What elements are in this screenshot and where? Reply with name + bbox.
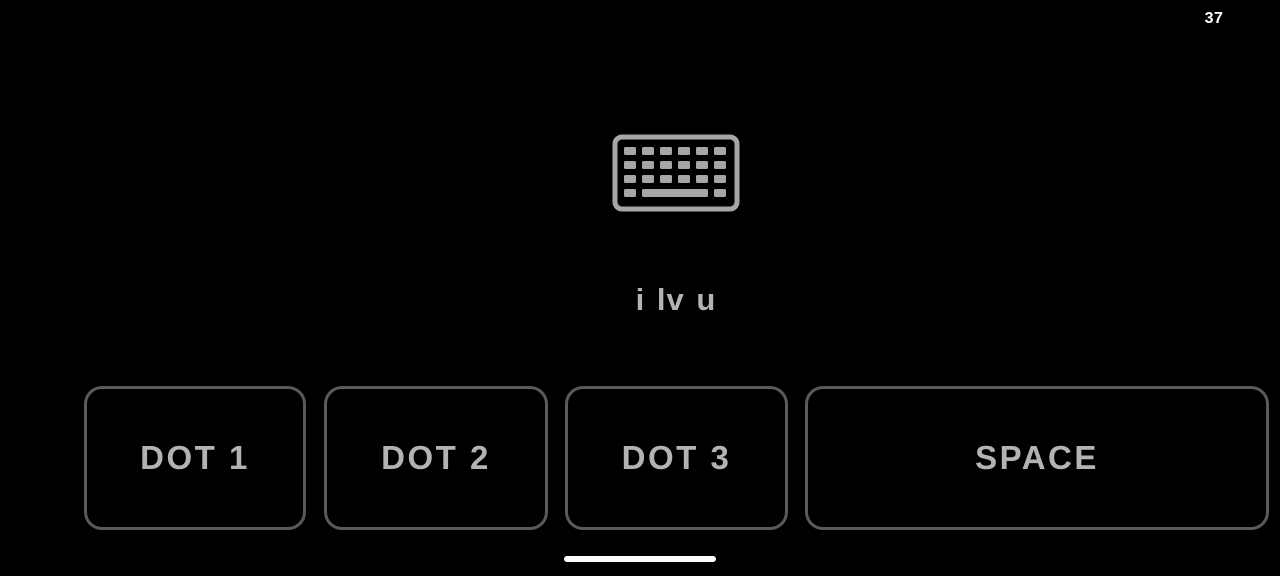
braille-input-screen: 37 i lv u DOT 1 DOT 2 DOT 3 SPACE [0,0,1280,576]
dot-1-label: DOT 1 [140,439,250,476]
space-label: SPACE [975,439,1099,476]
dot-3-button[interactable]: DOT 3 [565,386,788,530]
dot-1-button[interactable]: DOT 1 [84,386,306,530]
keyboard-icon [612,134,740,212]
space-button[interactable]: SPACE [805,386,1269,530]
home-indicator[interactable] [564,556,716,562]
status-time: 37 [1204,10,1224,27]
typed-text: i lv u [635,282,717,317]
dot-3-label: DOT 3 [621,439,732,476]
dot-2-label: DOT 2 [381,439,491,476]
dot-2-button[interactable]: DOT 2 [324,386,548,530]
